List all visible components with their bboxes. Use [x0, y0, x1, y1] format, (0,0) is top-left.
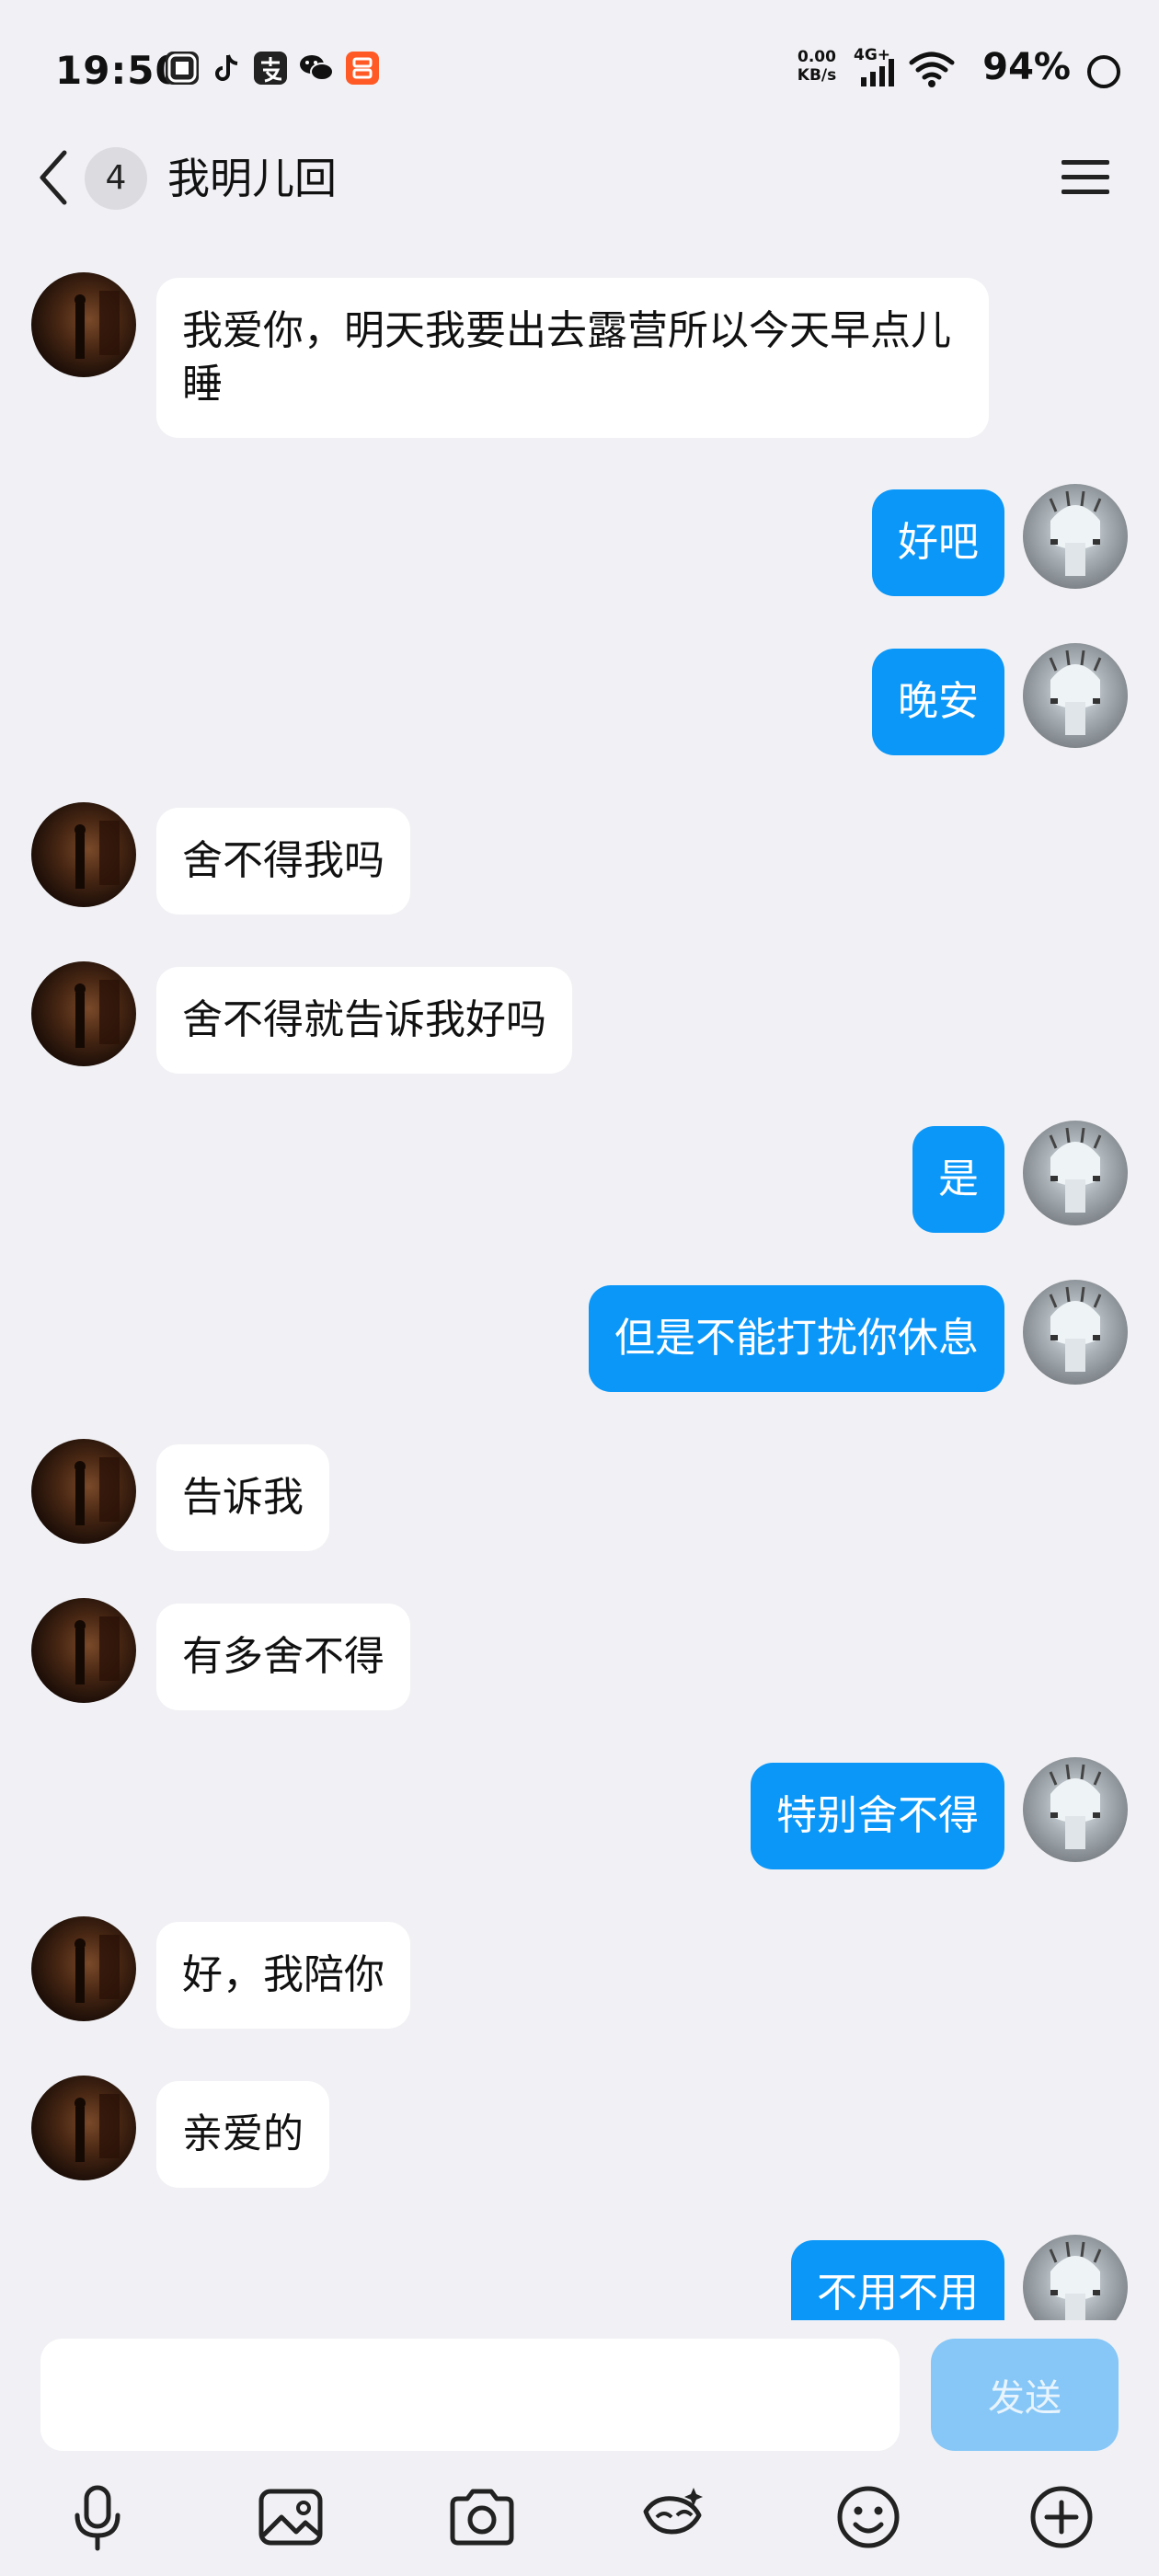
emoji-icon[interactable]	[832, 2480, 905, 2554]
message-bubble[interactable]: 有多舍不得	[156, 1604, 410, 1710]
chat-title[interactable]: 我明儿回	[167, 147, 337, 210]
self-avatar[interactable]	[1023, 2235, 1128, 2320]
add-icon[interactable]	[1025, 2480, 1098, 2554]
cellular-signal-icon: 4G+	[854, 46, 905, 90]
unread-count-badge[interactable]: 4	[85, 147, 147, 210]
network-speed-value: 0.00	[798, 48, 836, 66]
peer-avatar[interactable]	[31, 2076, 136, 2180]
peer-avatar[interactable]	[31, 961, 136, 1066]
peer-avatar[interactable]	[31, 272, 136, 377]
peer-avatar[interactable]	[31, 802, 136, 907]
message-bubble[interactable]: 我爱你，明天我要出去露营所以今天早点儿睡	[156, 278, 989, 438]
self-avatar[interactable]	[1023, 1121, 1128, 1225]
message-input[interactable]	[40, 2339, 900, 2451]
microphone-icon[interactable]	[61, 2480, 134, 2554]
message-bubble[interactable]: 亲爱的	[156, 2081, 329, 2188]
wechat-icon	[298, 52, 334, 85]
battery-level: 94%	[982, 46, 1071, 88]
message-bubble[interactable]: 舍不得我吗	[156, 808, 410, 914]
message-bubble[interactable]: 不用不用	[791, 2240, 1004, 2320]
wifi-icon	[909, 52, 955, 88]
status-bar: 19:50 0.00 KB/s 4G+ 94%	[0, 0, 1159, 138]
tieba-icon	[166, 52, 199, 85]
message-bubble[interactable]: 好，我陪你	[156, 1922, 410, 2029]
peer-avatar[interactable]	[31, 1916, 136, 2021]
message-bubble[interactable]: 但是不能打扰你休息	[589, 1285, 1004, 1392]
composer: 发送	[0, 2322, 1159, 2576]
image-icon[interactable]	[254, 2480, 327, 2554]
battery-ring-icon	[1085, 53, 1122, 90]
self-avatar[interactable]	[1023, 1280, 1128, 1385]
message-bubble[interactable]: 舍不得就告诉我好吗	[156, 967, 572, 1074]
network-speed-unit: KB/s	[797, 66, 837, 85]
menu-icon[interactable]	[1060, 156, 1111, 199]
self-avatar[interactable]	[1023, 484, 1128, 589]
self-avatar[interactable]	[1023, 643, 1128, 748]
peer-avatar[interactable]	[31, 1439, 136, 1544]
status-time: 19:50	[55, 48, 183, 93]
send-button[interactable]: 发送	[931, 2339, 1119, 2451]
back-arrow-icon[interactable]	[33, 147, 75, 208]
message-bubble[interactable]: 晚安	[872, 649, 1004, 755]
message-bubble[interactable]: 是	[912, 1126, 1004, 1233]
douyin-icon	[210, 52, 243, 85]
message-list[interactable]: 我爱你，明天我要出去露营所以今天早点儿睡 好吧 晚安 舍不得我吗 舍不得就告诉我…	[0, 241, 1159, 2320]
peer-avatar[interactable]	[31, 1598, 136, 1703]
message-bubble[interactable]: 好吧	[872, 489, 1004, 596]
self-avatar[interactable]	[1023, 1757, 1128, 1862]
message-bubble[interactable]: 特别舍不得	[751, 1763, 1004, 1869]
theme-icon[interactable]	[637, 2480, 710, 2554]
camera-icon[interactable]	[445, 2480, 519, 2554]
message-bubble[interactable]: 告诉我	[156, 1444, 329, 1551]
status-right: 0.00 KB/s 4G+ 94%	[791, 46, 1122, 94]
taobao-icon	[346, 52, 379, 85]
alipay-icon	[254, 52, 287, 85]
network-speed: 0.00 KB/s	[787, 48, 846, 85]
